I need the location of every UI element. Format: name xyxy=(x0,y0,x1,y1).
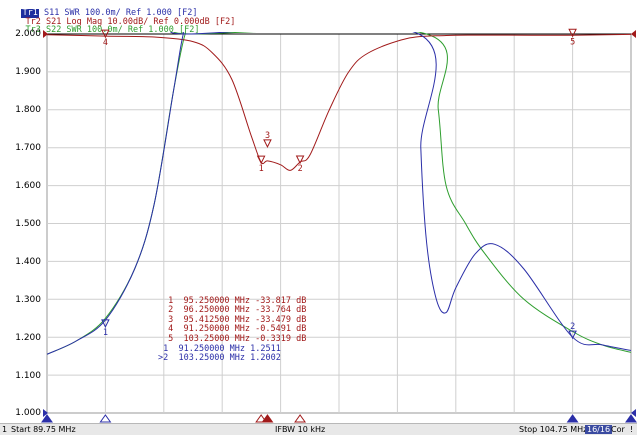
marker-s21-1-label: 1 xyxy=(259,164,264,174)
marker-table-s21: 1 95.250000 MHz -33.817 dB 2 96.250000 M… xyxy=(163,296,307,344)
marker-s11-1-label: 1 xyxy=(103,328,108,338)
marker-row: >2 103.25000 MHz 1.2002 xyxy=(158,354,281,363)
marker-s11-2-label: 2 xyxy=(570,322,575,332)
stimulus-marker-1-icon[interactable] xyxy=(99,414,112,423)
stimulus-marker-s21-2-icon[interactable] xyxy=(294,414,307,423)
stimulus-marker-2-icon[interactable] xyxy=(566,414,579,423)
plot-area[interactable]: 1 2 3 4 5 1 2 xyxy=(0,0,637,423)
status-bar: 1 Start 89.75 MHz IFBW 10 kHz Stop 104.7… xyxy=(0,423,637,435)
marker-s21-4-label: 4 xyxy=(103,38,108,48)
marker-frequency: 103.25000 MHz xyxy=(178,353,251,364)
marker-s21-5-label: 5 xyxy=(570,37,575,47)
marker-s21-2-label: 2 xyxy=(298,164,303,174)
start-frequency[interactable]: Start 89.75 MHz xyxy=(11,425,76,434)
marker-number: >2 xyxy=(158,353,179,364)
stop-marker-icon[interactable] xyxy=(625,414,637,423)
vna-screen: Tr1 S11 SWR 100.0m/ Ref 1.000 [F2] Tr2 S… xyxy=(0,0,637,435)
marker-value: -0.3319 dB xyxy=(255,333,307,344)
ifbw-setting[interactable]: IFBW 10 kHz xyxy=(275,425,325,434)
channel-number[interactable]: 1 xyxy=(2,425,7,434)
marker-value: 1.2002 xyxy=(250,353,281,364)
marker-row: 5 103.25000 MHz -0.3319 dB xyxy=(163,333,307,344)
marker-number: 5 xyxy=(163,333,184,344)
marker-frequency: 103.25000 MHz xyxy=(183,333,256,344)
warning-indicator: ! xyxy=(630,425,634,434)
correction-status: Cor xyxy=(611,425,625,434)
marker-table-s11: 1 91.250000 MHz 1.2511 >2 103.25000 MHz 1… xyxy=(158,344,281,364)
ref-pointer-right-top xyxy=(631,30,636,38)
points-counter: 16/16 xyxy=(585,425,613,434)
stop-frequency[interactable]: Stop 104.75 MHz xyxy=(519,425,587,434)
marker-s21-3-label: 3 xyxy=(265,131,270,141)
